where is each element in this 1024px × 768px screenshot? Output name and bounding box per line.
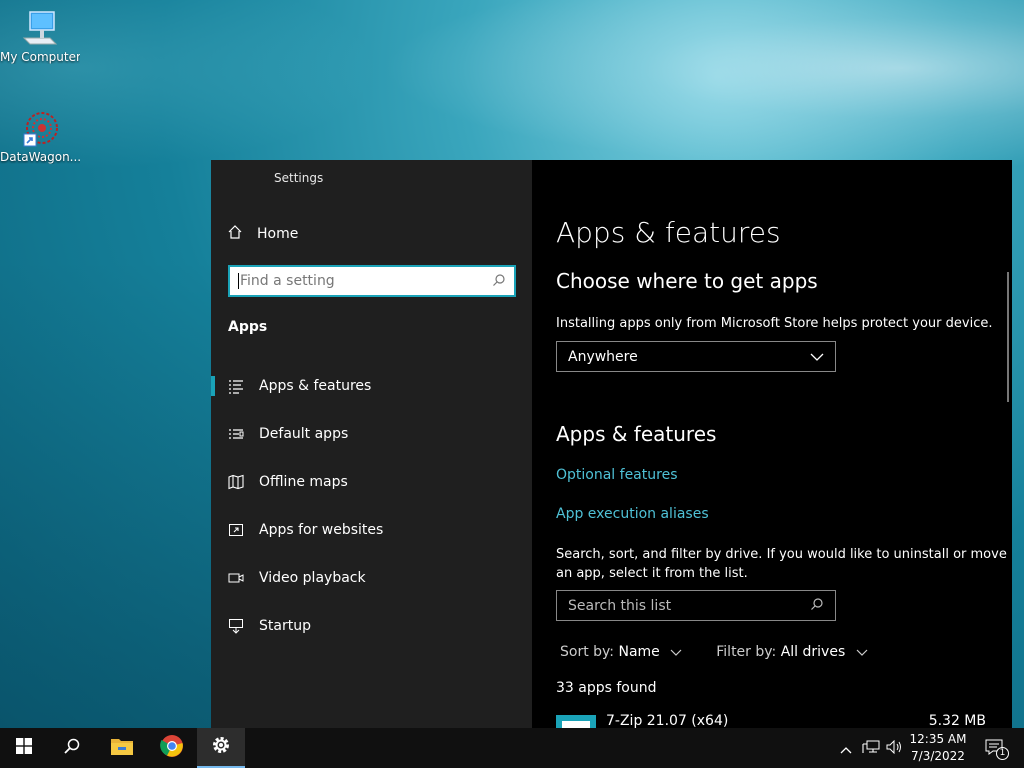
nav-item-label: Offline maps xyxy=(259,474,348,490)
settings-taskbar-button[interactable] xyxy=(197,728,245,768)
nav-item-label: Video playback xyxy=(259,570,366,586)
nav-section-header: Apps xyxy=(228,319,268,335)
search-icon xyxy=(810,597,824,615)
content-scrollbar[interactable] xyxy=(1007,272,1009,402)
chevron-down-icon xyxy=(670,644,682,660)
network-icon xyxy=(862,739,880,758)
filter-by-dropdown[interactable]: Filter by: All drives xyxy=(716,644,868,660)
nav-item-label: Default apps xyxy=(259,426,349,442)
dropdown-value: Anywhere xyxy=(568,348,638,365)
datawagon-shortcut-icon xyxy=(20,108,60,148)
settings-search-input[interactable]: Find a setting xyxy=(228,265,516,297)
open-link-icon xyxy=(228,522,244,538)
chevron-down-icon xyxy=(810,349,824,365)
taskbar-search-button[interactable] xyxy=(48,728,96,768)
settings-window: Settings Home Find a setting Apps Apps &… xyxy=(211,160,1012,730)
nav-home[interactable]: Home xyxy=(227,222,298,246)
video-icon xyxy=(228,570,244,586)
notification-count-badge: 1 xyxy=(996,747,1009,760)
sort-filter-row: Sort by: Name Filter by: All drives xyxy=(560,644,868,660)
nav-item-offline-maps[interactable]: Offline maps xyxy=(211,460,532,504)
chrome-icon xyxy=(160,734,184,762)
description-line: Search, sort, and filter by drive. If yo… xyxy=(556,547,1007,562)
settings-nav-pane: Settings Home Find a setting Apps Apps &… xyxy=(211,160,532,728)
start-button[interactable] xyxy=(0,728,48,768)
optional-features-link[interactable]: Optional features xyxy=(556,467,677,483)
nav-item-label: Apps for websites xyxy=(259,522,384,538)
nav-item-video-playback[interactable]: Video playback xyxy=(211,556,532,600)
app-execution-aliases-link[interactable]: App execution aliases xyxy=(556,506,709,522)
choose-apps-description: Installing apps only from Microsoft Stor… xyxy=(556,316,993,331)
app-list-search-input[interactable]: Search this list xyxy=(556,590,836,621)
app-source-dropdown[interactable]: Anywhere xyxy=(556,341,836,372)
description-line: an app, select it from the list. xyxy=(556,566,748,581)
default-apps-icon xyxy=(228,426,244,442)
search-icon xyxy=(492,272,506,291)
nav-item-apps-features[interactable]: Apps & features xyxy=(211,364,532,408)
nav-item-default-apps[interactable]: Default apps xyxy=(211,412,532,456)
sort-label: Sort by: xyxy=(560,644,615,660)
search-placeholder: Search this list xyxy=(568,597,672,614)
app-name: 7-Zip 21.07 (x64) xyxy=(606,713,729,729)
search-icon xyxy=(63,737,81,759)
search-placeholder: Find a setting xyxy=(240,273,335,289)
apps-count: 33 apps found xyxy=(556,680,657,696)
apps-features-heading: Apps & features xyxy=(556,422,717,446)
desktop-icon-my-computer[interactable]: My Computer xyxy=(0,8,80,64)
nav-item-apps-for-websites[interactable]: Apps for websites xyxy=(211,508,532,552)
network-button[interactable] xyxy=(860,728,882,768)
nav-item-startup[interactable]: Startup xyxy=(211,604,532,648)
chrome-button[interactable] xyxy=(148,728,196,768)
notification-icon: 1 xyxy=(985,739,1009,760)
app-size: 5.32 MB xyxy=(928,713,986,729)
clock-time: 12:35 AM xyxy=(909,732,967,746)
settings-gear-icon xyxy=(211,735,231,759)
choose-apps-heading: Choose where to get apps xyxy=(556,269,818,293)
taskbar-clock[interactable]: 12:35 AM 7/3/2022 xyxy=(902,731,974,765)
filter-value: All drives xyxy=(780,644,846,660)
text-cursor xyxy=(238,273,239,289)
window-title: Settings xyxy=(274,171,324,185)
desktop-icon-datawagon[interactable]: DataWagon... xyxy=(0,108,80,164)
nav-item-label: Startup xyxy=(259,618,311,634)
apps-list-icon xyxy=(228,378,244,394)
file-explorer-icon xyxy=(110,736,134,760)
file-explorer-button[interactable] xyxy=(98,728,146,768)
settings-content-pane: Apps & features Choose where to get apps… xyxy=(532,160,1012,730)
wallpaper-wave xyxy=(380,0,1024,170)
wallpaper-shadow xyxy=(0,260,220,730)
taskbar: 12:35 AM 7/3/2022 1 xyxy=(0,728,1024,768)
chevron-down-icon xyxy=(856,644,868,660)
desktop-icon-label: My Computer xyxy=(0,50,80,64)
home-icon xyxy=(227,224,243,244)
show-hidden-icons-button[interactable] xyxy=(836,728,856,768)
clock-date: 7/3/2022 xyxy=(911,749,965,763)
computer-icon xyxy=(20,8,60,48)
nav-home-label: Home xyxy=(257,226,299,242)
desktop-icon-label: DataWagon... xyxy=(0,150,80,164)
search-sort-description: Search, sort, and filter by drive. If yo… xyxy=(556,545,1007,583)
sort-value: Name xyxy=(618,644,660,660)
nav-item-label: Apps & features xyxy=(259,378,372,394)
chevron-up-icon xyxy=(840,739,852,758)
action-center-button[interactable]: 1 xyxy=(978,728,1012,768)
startup-icon xyxy=(228,618,244,634)
map-icon xyxy=(228,474,244,490)
start-icon xyxy=(16,738,32,758)
filter-label: Filter by: xyxy=(716,644,777,660)
sort-by-dropdown[interactable]: Sort by: Name xyxy=(560,644,682,660)
page-title: Apps & features xyxy=(556,216,781,249)
